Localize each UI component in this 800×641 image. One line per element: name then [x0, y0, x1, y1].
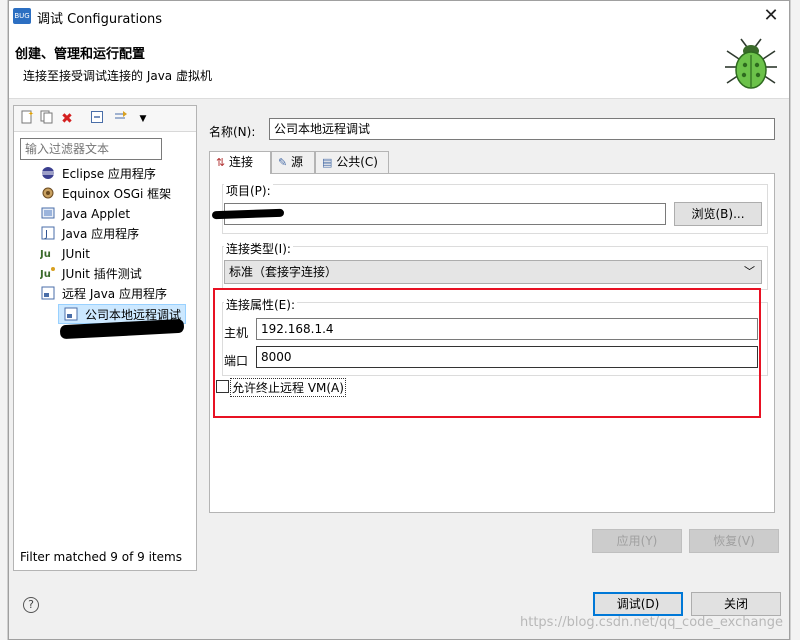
- applet-icon: [40, 206, 56, 220]
- collapse-all-icon[interactable]: [88, 110, 106, 128]
- tab-label: 连接: [229, 155, 254, 169]
- tab-source[interactable]: ✎ 源: [271, 151, 315, 173]
- project-label: 项目(P):: [224, 182, 273, 199]
- configuration-list-panel: ✦ ✖ ▼ Eclipse 应用程序 Equinox OSGi 框架 Java …: [13, 105, 197, 571]
- tree-item-equinox-osgi[interactable]: Equinox OSGi 框架: [40, 184, 171, 204]
- filter-input[interactable]: [20, 138, 162, 160]
- title-bar: BUG 调试 Configurations ✕: [9, 1, 789, 31]
- highlight-annotation: [213, 288, 761, 418]
- tree-item-java-applet[interactable]: Java Applet: [40, 204, 130, 224]
- tree-item-junit[interactable]: Ju JUnit: [39, 244, 90, 264]
- background-window-right: [790, 0, 800, 640]
- app-bug-icon: BUG: [13, 8, 31, 24]
- source-icon: ✎: [278, 156, 288, 169]
- tree-item-label: Equinox OSGi 框架: [62, 187, 172, 201]
- svg-text:✦: ✦: [28, 110, 34, 118]
- dialog-footer: ? 调试(D) 关闭 https://blog.csdn.net/qq_code…: [9, 577, 789, 641]
- dropdown-icon[interactable]: ▼: [134, 110, 152, 128]
- revert-button[interactable]: 恢复(V): [689, 529, 779, 553]
- dialog-header: 创建、管理和运行配置 连接至接受调试连接的 Java 虚拟机: [9, 31, 789, 99]
- debug-configurations-dialog: BUG 调试 Configurations ✕ 创建、管理和运行配置 连接至接受…: [8, 0, 790, 640]
- eclipse-icon: [40, 166, 56, 180]
- tab-label: 公共(C): [336, 155, 378, 169]
- junit-icon: Ju: [39, 246, 56, 260]
- left-toolbar: ✦ ✖ ▼: [14, 106, 196, 132]
- debug-button[interactable]: 调试(D): [593, 592, 683, 616]
- tree-item-remote-java[interactable]: 远程 Java 应用程序: [40, 284, 167, 304]
- tree-item-label: Eclipse 应用程序: [62, 167, 156, 181]
- connection-type-select[interactable]: 标准（套接字连接） ﹀: [224, 260, 762, 284]
- connect-tab-content: 项目(P): 浏览(B)... 连接类型(I): 标准（套接字连接） ﹀ 连接属…: [209, 173, 775, 513]
- tab-label: 源: [291, 155, 304, 169]
- bug-icon: [725, 38, 777, 89]
- osgi-icon: [40, 186, 56, 200]
- tab-common[interactable]: ▤ 公共(C): [315, 151, 389, 173]
- watermark: https://blog.csdn.net/qq_code_exchange: [520, 615, 783, 630]
- browse-button[interactable]: 浏览(B)...: [674, 202, 762, 226]
- background-window-left: [0, 0, 8, 640]
- window-title: 调试 Configurations: [37, 12, 163, 27]
- name-input[interactable]: 公司本地远程调试: [269, 118, 775, 140]
- filter-icon[interactable]: [112, 110, 130, 128]
- tab-connect[interactable]: ⇅ 连接: [209, 151, 271, 174]
- remote-java-icon: [40, 286, 56, 300]
- remote-config-icon: [63, 307, 79, 321]
- connection-type-value: 标准（套接字连接）: [229, 265, 338, 279]
- apply-button[interactable]: 应用(Y): [592, 529, 682, 553]
- close-window-button[interactable]: ✕: [759, 5, 783, 27]
- connection-type-label: 连接类型(I):: [224, 240, 293, 257]
- tree-item-label: JUnit: [62, 247, 90, 261]
- configuration-editor: 名称(N): 公司本地远程调试 ⇅ 连接 ✎ 源 ▤ 公共(C) 项目(P): …: [199, 105, 785, 571]
- junit-plugin-icon: Ju: [39, 266, 56, 280]
- tree-item-label: JUnit 插件测试: [62, 267, 142, 281]
- svg-text:J: J: [44, 229, 48, 240]
- svg-text:Ju: Ju: [40, 249, 51, 260]
- delete-icon[interactable]: ✖: [58, 110, 76, 128]
- new-config-icon[interactable]: ✦: [18, 110, 36, 128]
- project-input[interactable]: [224, 203, 666, 225]
- tree-item-label: Java Applet: [62, 207, 131, 221]
- close-button[interactable]: 关闭: [691, 592, 781, 616]
- tree-item-java-app[interactable]: J Java 应用程序: [40, 224, 139, 244]
- header-subtitle: 连接至接受调试连接的 Java 虚拟机: [23, 69, 212, 83]
- tree-item-label: 远程 Java 应用程序: [62, 287, 167, 301]
- tree-item-eclipse-app[interactable]: Eclipse 应用程序: [40, 164, 156, 184]
- help-icon[interactable]: ?: [23, 597, 39, 613]
- filter-status: Filter matched 9 of 9 items: [20, 550, 182, 564]
- tree-item-junit-plugin[interactable]: Ju JUnit 插件测试: [39, 264, 142, 284]
- duplicate-icon[interactable]: [38, 110, 56, 128]
- common-icon: ▤: [322, 156, 333, 169]
- chevron-down-icon: ﹀: [744, 265, 755, 278]
- tree-item-label: Java 应用程序: [62, 227, 140, 241]
- connect-icon: ⇅: [216, 156, 226, 169]
- java-app-icon: J: [40, 226, 56, 240]
- header-title: 创建、管理和运行配置: [15, 47, 146, 62]
- name-label: 名称(N):: [209, 125, 256, 139]
- svg-text:Ju: Ju: [40, 269, 51, 280]
